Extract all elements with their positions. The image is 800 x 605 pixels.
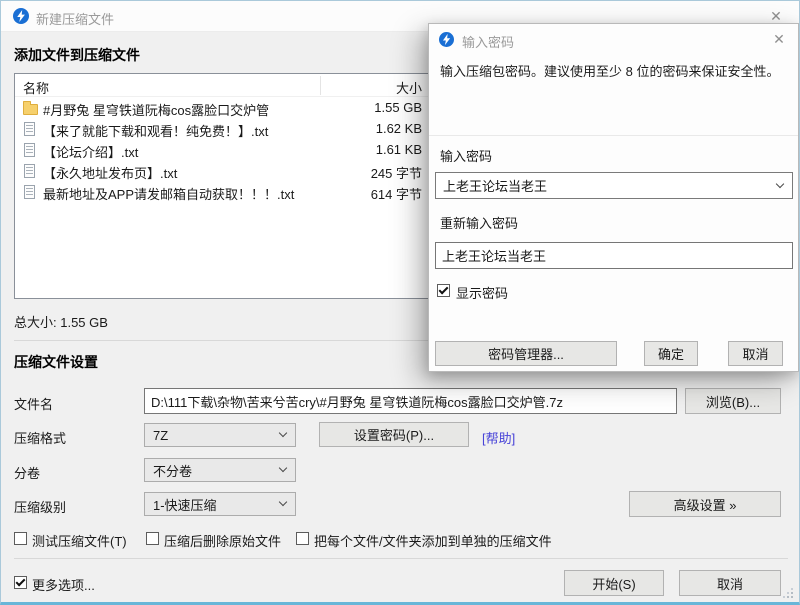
more-options-checkbox[interactable]	[14, 576, 27, 589]
file-size: 1.61 KB	[375, 142, 422, 157]
divider	[429, 135, 798, 136]
archive-settings-heading: 压缩文件设置	[14, 354, 98, 370]
window-title: 新建压缩文件	[36, 12, 115, 27]
divider	[14, 558, 788, 559]
new-archive-window: 新建压缩文件 ✕ 添加文件到压缩文件 名称 大小 #月野兔 星穹铁道阮梅cos露…	[0, 0, 800, 605]
file-name: 【永久地址发布页】.txt	[43, 166, 178, 181]
password-combobox[interactable]: 上老王论坛当老王	[435, 172, 793, 199]
ok-button[interactable]: 确定	[644, 341, 698, 366]
close-icon[interactable]: ✕	[768, 29, 790, 49]
chevron-down-icon	[278, 428, 288, 438]
help-link[interactable]: [帮助]	[482, 428, 515, 447]
filename-label: 文件名	[14, 397, 54, 412]
dialog-cancel-button[interactable]: 取消	[728, 341, 783, 366]
cancel-button[interactable]: 取消	[679, 570, 781, 596]
file-name: 【论坛介绍】.txt	[43, 145, 139, 160]
text-file-icon	[24, 143, 35, 157]
app-bolt-icon	[439, 32, 454, 47]
chevron-down-icon	[278, 463, 288, 473]
column-header-size[interactable]: 大小	[320, 78, 422, 97]
app-bolt-icon	[13, 8, 29, 24]
dialog-description: 输入压缩包密码。建议使用至少 8 位的密码来保证安全性。	[440, 64, 780, 79]
separate-archives-checkbox[interactable]	[296, 532, 309, 545]
chevron-down-icon	[278, 497, 288, 507]
more-options-label[interactable]: 更多选项...	[32, 575, 95, 594]
file-size: 614 字节	[370, 187, 422, 202]
show-password-checkbox[interactable]	[437, 284, 450, 297]
resize-grip[interactable]	[791, 596, 793, 598]
test-archive-label[interactable]: 测试压缩文件(T)	[32, 531, 127, 550]
password-value: 上老王论坛当老王	[443, 179, 548, 194]
file-name: 最新地址及APP请发邮箱自动获取！！！.txt	[43, 187, 295, 202]
test-archive-checkbox[interactable]	[14, 532, 27, 545]
chevron-down-icon	[775, 179, 785, 188]
text-file-icon	[24, 164, 35, 178]
format-label: 压缩格式	[14, 431, 67, 446]
level-value: 1-快速压缩	[153, 497, 217, 513]
volume-dropdown[interactable]: 不分卷	[144, 458, 296, 482]
folder-icon	[23, 101, 38, 115]
level-dropdown[interactable]: 1-快速压缩	[144, 492, 296, 516]
delete-original-label[interactable]: 压缩后删除原始文件	[164, 531, 281, 550]
password-manager-button[interactable]: 密码管理器...	[435, 341, 617, 366]
show-password-label[interactable]: 显示密码	[456, 283, 508, 302]
text-file-icon	[24, 122, 35, 136]
confirm-password-label: 重新输入密码	[440, 216, 519, 231]
format-dropdown[interactable]: 7Z	[144, 423, 296, 447]
file-size: 1.62 KB	[375, 121, 422, 136]
level-label: 压缩级别	[14, 500, 67, 515]
advanced-settings-button[interactable]: 高级设置 »	[629, 491, 781, 517]
format-value: 7Z	[153, 427, 169, 443]
file-name: #月野兔 星穹铁道阮梅cos露脸口交炉管	[43, 103, 270, 118]
column-header-name[interactable]: 名称	[23, 78, 49, 97]
filename-input[interactable]	[144, 388, 677, 414]
volume-value: 不分卷	[153, 463, 193, 479]
separate-archives-label[interactable]: 把每个文件/文件夹添加到单独的压缩文件	[314, 531, 552, 550]
start-button[interactable]: 开始(S)	[564, 570, 664, 596]
text-file-icon	[24, 185, 35, 199]
volume-label: 分卷	[14, 466, 41, 481]
add-files-heading: 添加文件到压缩文件	[14, 47, 140, 63]
file-name: 【来了就能下载和观看！纯免费！】.txt	[43, 124, 269, 139]
dialog-title: 输入密码	[462, 35, 515, 50]
file-size: 245 字节	[370, 166, 422, 181]
password-dialog: 输入密码 ✕ 输入压缩包密码。建议使用至少 8 位的密码来保证安全性。 输入密码…	[428, 23, 799, 372]
file-size: 1.55 GB	[374, 100, 422, 115]
browse-button[interactable]: 浏览(B)...	[685, 388, 781, 414]
set-password-button[interactable]: 设置密码(P)...	[319, 422, 469, 447]
total-size-label: 总大小: 1.55 GB	[14, 315, 108, 330]
password-label: 输入密码	[440, 149, 493, 164]
confirm-password-input[interactable]	[435, 242, 793, 269]
delete-original-checkbox[interactable]	[146, 532, 159, 545]
